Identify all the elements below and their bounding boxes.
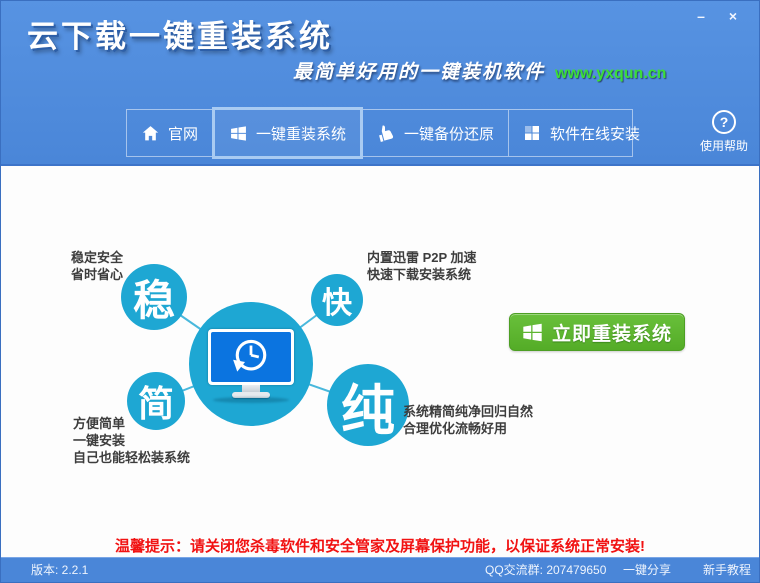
feature-desc-simple: 方便简单 一键安装 自己也能轻松装系统 [73, 415, 190, 466]
thumb-up-icon [377, 124, 395, 142]
nav-item-label: 官网 [168, 123, 198, 144]
status-bar: 版本: 2.2.1 QQ交流群: 207479650 一键分享 新手教程 [1, 557, 759, 582]
tagline-wrap: 最简单好用的一键装机软件 www.yxqun.cn [293, 57, 666, 84]
feature-desc-fast: 内置迅雷 P2P 加速 快速下载安装系统 [367, 249, 477, 283]
home-icon [141, 124, 159, 142]
one-click-share-link[interactable]: 一键分享 [623, 558, 671, 582]
reinstall-button-label: 立即重装系统 [552, 319, 672, 346]
site-url-link[interactable]: www.yxqun.cn [555, 65, 666, 83]
help-button[interactable]: ? 使用帮助 [698, 110, 750, 154]
nav-item-online-install[interactable]: 软件在线安装 [509, 110, 654, 156]
monitor-shadow [213, 397, 289, 403]
desc-line: 系统精简纯净回归自然 [403, 403, 533, 420]
desc-line: 稳定安全 [71, 249, 123, 266]
desc-line: 自己也能轻松装系统 [73, 449, 190, 466]
nav-item-label: 一键重装系统 [256, 123, 346, 144]
windows-icon [229, 124, 247, 142]
nav-bar: 官网 一键重装系统 [126, 109, 633, 157]
desc-line: 合理优化流畅好用 [403, 420, 533, 437]
feature-bubble-fast: 快 [311, 274, 363, 326]
feature-desc-pure: 系统精简纯净回归自然 合理优化流畅好用 [403, 403, 533, 437]
app-window: 云下载一键重装系统 最简单好用的一键装机软件 www.yxqun.cn – × … [0, 0, 760, 583]
nav-item-reinstall-system[interactable]: 一键重装系统 [212, 107, 363, 159]
warning-notice: 温馨提示：请关闭您杀毒软件和安全管家及屏幕保护功能，以保证系统正常安装! [1, 535, 759, 556]
desc-line: 快速下载安装系统 [367, 266, 477, 283]
feature-bubble-stable: 稳 [121, 264, 187, 330]
windows-flag-icon [522, 322, 543, 343]
qq-group-label: QQ交流群: 207479650 [485, 558, 606, 582]
minimize-button[interactable]: – [689, 6, 713, 26]
desc-line: 一键安装 [73, 432, 190, 449]
feature-desc-stable: 稳定安全 省时省心 [71, 249, 123, 283]
version-label: 版本: 2.2.1 [31, 558, 88, 582]
nav-item-backup-restore[interactable]: 一键备份还原 [363, 110, 509, 156]
history-clock-icon [229, 335, 273, 379]
grid-icon [523, 124, 541, 142]
app-title: 云下载一键重装系统 [27, 11, 333, 56]
question-mark-icon: ? [712, 110, 736, 134]
close-button[interactable]: × [721, 6, 745, 26]
desc-line: 内置迅雷 P2P 加速 [367, 249, 477, 266]
help-label: 使用帮助 [698, 137, 750, 154]
tagline: 最简单好用的一键装机软件 [293, 57, 545, 84]
reinstall-now-button[interactable]: 立即重装系统 [509, 313, 685, 351]
desc-line: 省时省心 [71, 266, 123, 283]
beginner-tutorial-link[interactable]: 新手教程 [703, 558, 751, 582]
header: 云下载一键重装系统 最简单好用的一键装机软件 www.yxqun.cn – × … [1, 1, 759, 166]
nav-item-label: 一键备份还原 [404, 123, 494, 144]
feature-bubble-pure: 纯 [327, 364, 409, 446]
nav-item-label: 软件在线安装 [550, 123, 640, 144]
nav-item-official-site[interactable]: 官网 [127, 110, 212, 156]
desc-line: 方便简单 [73, 415, 190, 432]
